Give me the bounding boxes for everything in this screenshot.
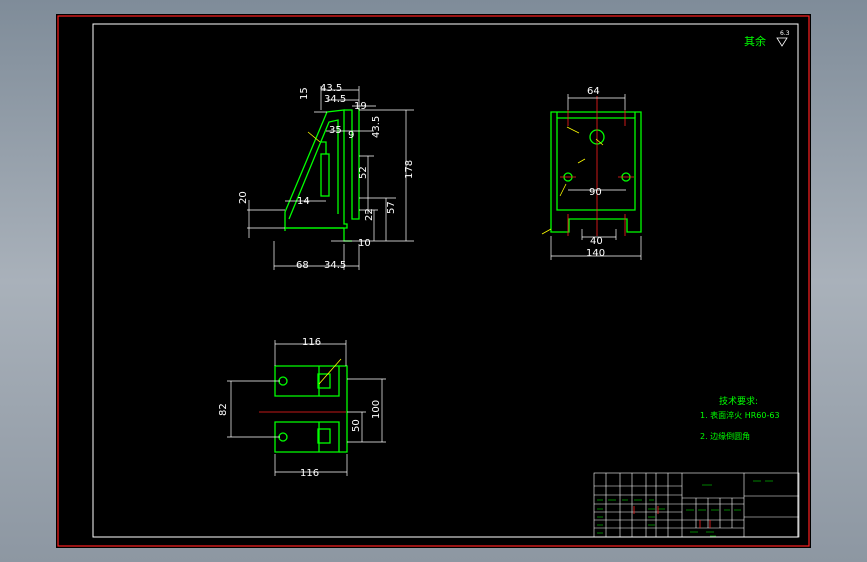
dim-20: 20 <box>238 191 249 204</box>
dim-178: 178 <box>404 160 415 179</box>
side-view: 64 90 40 140 <box>541 86 642 260</box>
dim-68: 68 <box>296 260 309 271</box>
dim-43-5-top: 43.5 <box>320 83 342 94</box>
dim-52: 52 <box>358 166 369 179</box>
front-view: 43.5 34.5 15 19 35 9 43.5 52 178 14 22 5… <box>238 83 415 271</box>
title-block-markers <box>633 506 711 528</box>
roughness-symbol-icon <box>776 37 788 47</box>
dim-34-5-top: 34.5 <box>324 94 346 105</box>
side-view-centerlines <box>560 96 634 236</box>
top-view-dim-lines <box>227 340 386 476</box>
surface-finish-label: 其余 <box>744 34 766 48</box>
front-view-outline <box>284 108 360 242</box>
cad-drawing: 其余 6.3 43.5 34.5 15 19 35 9 43.5 52 178 … <box>57 15 810 547</box>
dim-43-5-right: 43.5 <box>371 116 382 138</box>
dim-22: 22 <box>364 208 375 221</box>
title-block <box>593 472 800 538</box>
side-view-outline <box>550 111 642 233</box>
dim-64: 64 <box>587 86 600 97</box>
drawing-viewport[interactable]: 其余 6.3 43.5 34.5 15 19 35 9 43.5 52 178 … <box>56 14 811 548</box>
top-view: 116 82 100 50 116 <box>218 337 386 479</box>
dim-34-5-bottom: 34.5 <box>324 260 346 271</box>
dim-14: 14 <box>297 196 310 207</box>
notes-line-1: 1. 表面淬火 HR60-63 <box>700 410 780 420</box>
dim-35: 35 <box>329 125 342 136</box>
dim-40: 40 <box>590 236 603 247</box>
dim-140: 140 <box>586 248 605 259</box>
surface-finish-value: 6.3 <box>780 30 790 37</box>
dim-90: 90 <box>589 187 602 198</box>
dim-57: 57 <box>386 201 397 214</box>
dim-116-bottom: 116 <box>300 468 319 479</box>
dim-9: 9 <box>348 130 354 141</box>
technical-notes: 技术要求: 1. 表面淬火 HR60-63 2. 边缘倒圆角 <box>700 395 780 441</box>
dim-82: 82 <box>218 403 229 416</box>
dim-19: 19 <box>354 101 367 112</box>
dim-116-top: 116 <box>302 337 321 348</box>
dim-15: 15 <box>299 87 310 100</box>
dim-50: 50 <box>351 419 362 432</box>
inner-border <box>92 23 799 538</box>
notes-title: 技术要求: <box>719 395 758 407</box>
outer-frame <box>57 15 810 547</box>
dim-100: 100 <box>371 400 382 419</box>
dim-10: 10 <box>358 238 371 249</box>
top-view-outline <box>274 365 348 453</box>
front-view-dim-lines <box>247 86 414 270</box>
notes-line-2: 2. 边缘倒圆角 <box>700 431 750 441</box>
